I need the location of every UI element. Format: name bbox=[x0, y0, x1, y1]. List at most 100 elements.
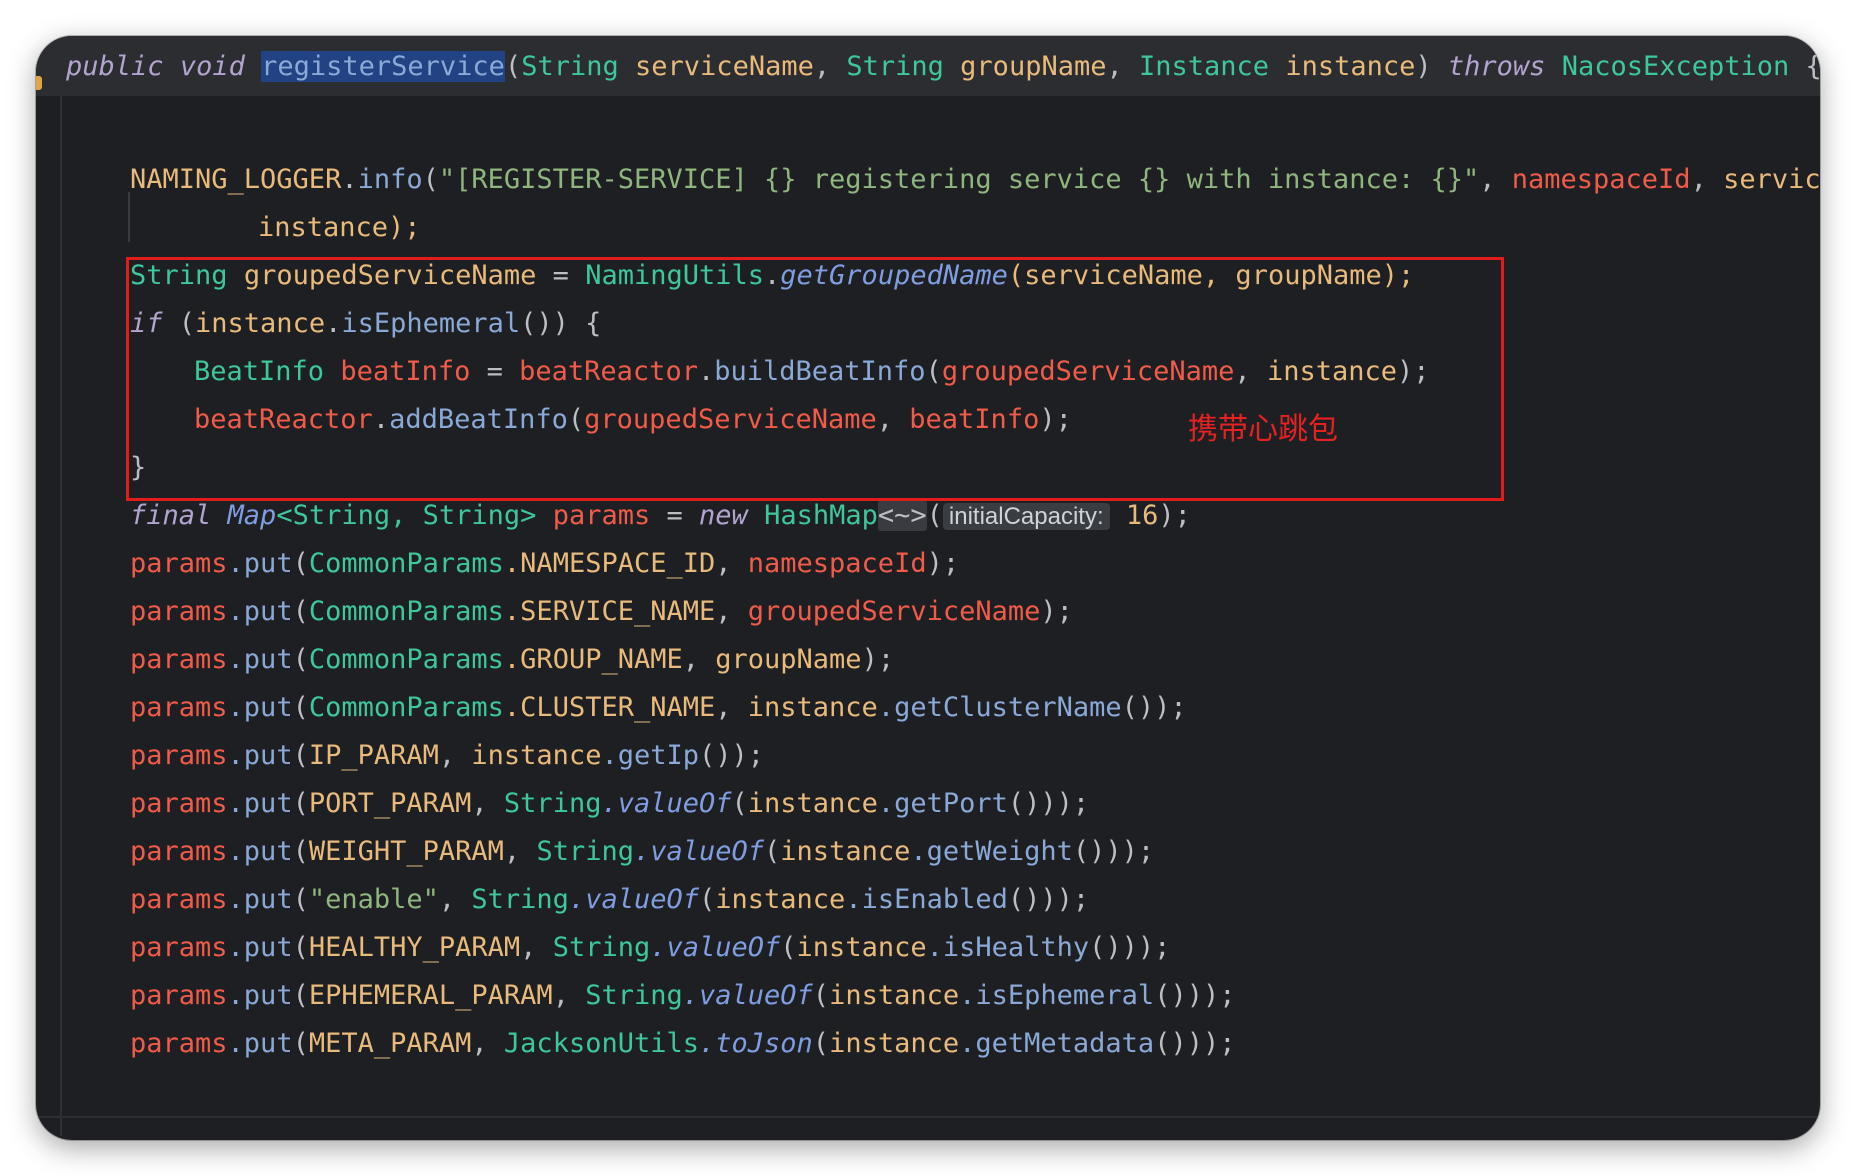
type-name: String bbox=[130, 260, 228, 291]
comma: , bbox=[1234, 356, 1267, 387]
comma: , bbox=[715, 692, 748, 723]
code-line[interactable]: params.put(CommonParams.GROUP_NAME, grou… bbox=[130, 636, 894, 684]
code-line[interactable]: instance); bbox=[258, 204, 421, 252]
method-call: .put bbox=[227, 932, 293, 963]
method-call: .isHealthy bbox=[926, 932, 1090, 963]
const-ref: .NAMESPACE_ID bbox=[503, 548, 716, 579]
code-line[interactable]: NAMING_LOGGER.info("[REGISTER-SERVICE] {… bbox=[130, 156, 1820, 204]
local-var: params bbox=[130, 932, 228, 963]
class-name: String bbox=[471, 884, 569, 915]
code-line[interactable]: params.put(IP_PARAM, instance.getIp()); bbox=[130, 732, 764, 780]
paren: ( bbox=[925, 356, 942, 387]
punctuation: ()) { bbox=[520, 308, 602, 339]
comma: , bbox=[876, 404, 910, 435]
comma: , bbox=[682, 644, 716, 675]
const-ref: .SERVICE_NAME bbox=[503, 596, 716, 627]
code-line[interactable]: beatReactor.addBeatInfo(groupedServiceNa… bbox=[194, 396, 1072, 444]
method-call: .put bbox=[227, 884, 293, 915]
paren: ( bbox=[699, 884, 716, 915]
string-literal: "enable" bbox=[308, 884, 439, 915]
code-line[interactable]: BeatInfo beatInfo = beatReactor.buildBea… bbox=[194, 348, 1430, 396]
punctuation: ()); bbox=[1121, 692, 1187, 723]
code-line[interactable]: params.put("enable", String.valueOf(inst… bbox=[130, 876, 1089, 924]
method-call: .put bbox=[227, 1028, 293, 1059]
code-line[interactable]: if (instance.isEphemeral()) { bbox=[130, 300, 601, 348]
method-call: .getIp bbox=[601, 740, 699, 771]
code-line[interactable]: params.put(CommonParams.CLUSTER_NAME, in… bbox=[130, 684, 1187, 732]
kw-new: new bbox=[699, 500, 748, 531]
class-name: HashMap bbox=[764, 500, 878, 531]
code-area[interactable]: NAMING_LOGGER.info("[REGISTER-SERVICE] {… bbox=[36, 36, 1820, 1140]
method-call: .getPort bbox=[877, 788, 1008, 819]
static-method: .valueOf bbox=[633, 836, 765, 867]
dot: . bbox=[341, 164, 358, 195]
class-name: JacksonUtils bbox=[503, 1028, 699, 1059]
code-line[interactable]: params.put(HEALTHY_PARAM, String.valueOf… bbox=[130, 924, 1170, 972]
method-call: .isEnabled bbox=[845, 884, 1008, 915]
method-call: addBeatInfo bbox=[389, 404, 568, 435]
args: (serviceName, groupName); bbox=[1007, 260, 1415, 291]
paren: ( bbox=[812, 1028, 830, 1059]
local-var: params bbox=[130, 548, 228, 579]
const-ref: WEIGHT_PARAM bbox=[308, 836, 504, 867]
static-method: .valueOf bbox=[601, 788, 732, 819]
static-method: getGroupedName bbox=[780, 260, 1008, 291]
code-line[interactable]: params.put(CommonParams.SERVICE_NAME, gr… bbox=[130, 588, 1073, 636]
param-ref: instance bbox=[715, 884, 846, 915]
static-method: .valueOf bbox=[682, 980, 813, 1011]
const-ref: EPHEMERAL_PARAM bbox=[308, 980, 553, 1011]
local-var: params bbox=[130, 980, 228, 1011]
method-call: buildBeatInfo bbox=[714, 356, 926, 387]
method-call: .put bbox=[227, 788, 293, 819]
local-var: params bbox=[130, 644, 228, 675]
dot: . bbox=[325, 308, 342, 339]
static-method: .valueOf bbox=[650, 932, 781, 963]
method-call: .getMetadata bbox=[959, 1028, 1155, 1059]
punctuation: ()); bbox=[699, 740, 765, 771]
paren: ( bbox=[567, 404, 585, 435]
method-call: .put bbox=[227, 980, 293, 1011]
local-var: params bbox=[552, 500, 651, 531]
method-call: .put bbox=[227, 836, 293, 867]
param-ref: instance bbox=[471, 740, 602, 771]
comma: , bbox=[715, 548, 748, 579]
paren: ( bbox=[292, 836, 309, 867]
code-line[interactable]: params.put(WEIGHT_PARAM, String.valueOf(… bbox=[130, 828, 1154, 876]
continuation-text: instance); bbox=[258, 212, 421, 243]
operator: = bbox=[536, 260, 586, 291]
code-line[interactable]: params.put(META_PARAM, JacksonUtils.toJs… bbox=[130, 1020, 1235, 1068]
code-editor-window: public void registerService(String servi… bbox=[36, 36, 1820, 1140]
diamond-folded[interactable]: <~> bbox=[877, 500, 927, 531]
static-method: .valueOf bbox=[568, 884, 699, 915]
paren: ( bbox=[422, 164, 439, 195]
code-line[interactable]: String groupedServiceName = NamingUtils.… bbox=[130, 252, 1414, 300]
generic-args: <String, String> bbox=[276, 500, 537, 531]
var-ref: groupedServiceName bbox=[584, 404, 877, 435]
punctuation: ())); bbox=[1154, 980, 1236, 1011]
paren: ( bbox=[292, 596, 309, 627]
code-line[interactable]: final Map<String, String> params = new H… bbox=[130, 492, 1191, 540]
param-ref: instance bbox=[195, 308, 326, 339]
code-line[interactable]: params.put(PORT_PARAM, String.valueOf(in… bbox=[130, 780, 1089, 828]
kw-final: final bbox=[130, 500, 212, 531]
var-ref: beatInfo bbox=[909, 404, 1040, 435]
local-var: beatInfo bbox=[340, 356, 471, 387]
code-line[interactable]: params.put(CommonParams.NAMESPACE_ID, na… bbox=[130, 540, 959, 588]
param-ref: serviceN bbox=[1723, 164, 1820, 195]
param-ref: instance bbox=[829, 1028, 960, 1059]
comma: , bbox=[1690, 164, 1724, 195]
class-name: String bbox=[536, 836, 634, 867]
const-ref: .GROUP_NAME bbox=[503, 644, 683, 675]
code-line[interactable]: params.put(EPHEMERAL_PARAM, String.value… bbox=[130, 972, 1235, 1020]
method-call: .put bbox=[227, 548, 293, 579]
dot: . bbox=[372, 404, 390, 435]
param-ref: instance bbox=[747, 788, 878, 819]
dot: . bbox=[697, 356, 715, 387]
method-call: .getClusterName bbox=[877, 692, 1122, 723]
comma: , bbox=[1479, 164, 1512, 195]
code-line[interactable]: } bbox=[130, 444, 146, 492]
paren: ( bbox=[812, 980, 830, 1011]
const-ref: .CLUSTER_NAME bbox=[503, 692, 716, 723]
method-call: isEphemeral bbox=[341, 308, 521, 339]
paren: ( bbox=[292, 1028, 309, 1059]
